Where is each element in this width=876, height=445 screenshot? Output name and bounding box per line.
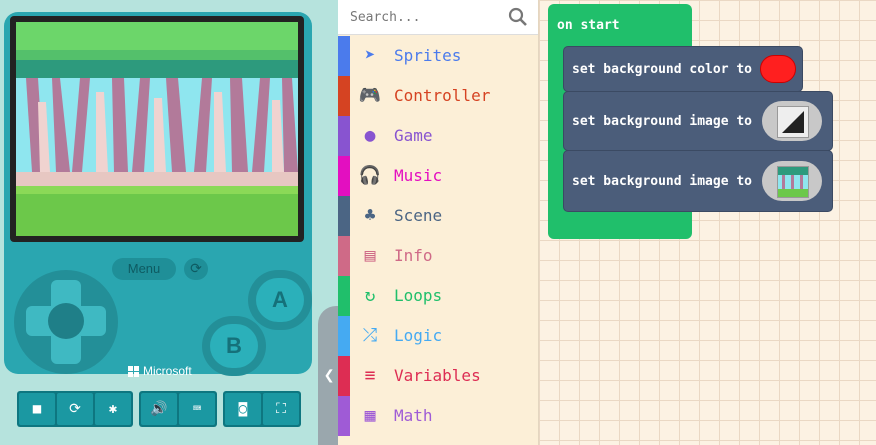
category-label: Math [394, 406, 433, 425]
category-color-bar [338, 156, 350, 196]
category-label: Logic [394, 326, 443, 345]
reset-icon[interactable]: ⟳ [184, 258, 208, 280]
headphones-icon: 🎧 [358, 165, 382, 186]
category-color-bar [338, 116, 350, 156]
windows-icon [128, 365, 139, 377]
category-math[interactable]: ▦ Math [338, 396, 538, 436]
category-controller[interactable]: 🎮 Controller [338, 76, 538, 116]
search-box [338, 0, 538, 35]
list-icon: ≡ [364, 365, 376, 386]
category-color-bar [338, 396, 350, 436]
dpad[interactable] [14, 270, 118, 374]
category-variables[interactable]: ≡ Variables [338, 356, 538, 396]
category-label: Sprites [394, 46, 462, 65]
set-background-color-block[interactable]: set background color to [563, 46, 803, 92]
paper-plane-icon: ➤ [364, 45, 376, 66]
category-label: Variables [394, 366, 481, 385]
microsoft-logo: Microsoft [128, 364, 192, 378]
toolbar-group-capture: ◙ ⛶ [223, 391, 301, 427]
toolbar-group-sound: 🔊 ⌨ [139, 391, 217, 427]
category-music[interactable]: 🎧 Music [338, 156, 538, 196]
brand-label: Microsoft [143, 364, 192, 378]
category-label: Music [394, 166, 443, 185]
search-icon[interactable] [508, 7, 528, 27]
search-input[interactable] [348, 6, 502, 28]
category-sprites[interactable]: ➤ Sprites [338, 36, 538, 76]
toolbar-group-run: ■ ⟳ ✱ [17, 391, 133, 427]
image-picker[interactable] [762, 161, 822, 201]
forest-image-icon [777, 166, 809, 198]
category-color-bar [338, 196, 350, 236]
collapse-simulator-button[interactable]: ❮ [318, 306, 340, 445]
menu-button[interactable]: Menu [112, 258, 176, 280]
blocks-workspace[interactable]: on start set background color to set bac… [539, 0, 876, 445]
debug-icon[interactable]: ✱ [95, 393, 131, 425]
set-background-image-block[interactable]: set background image to [563, 150, 833, 212]
color-picker[interactable] [760, 55, 796, 83]
category-label: Game [394, 126, 433, 145]
simulator-panel: Menu ⟳ A B Microsoft ■ ⟳ ✱ 🔊 ⌨ ◙ ⛶ [0, 0, 338, 445]
id-card-icon: ▤ [364, 245, 376, 266]
chevron-left-icon: ❮ [323, 365, 335, 386]
tree-icon: ♣ [364, 205, 376, 226]
category-loops[interactable]: ↻ Loops [338, 276, 538, 316]
forest-scene [16, 22, 298, 236]
calculator-icon: ▦ [364, 405, 376, 426]
stop-icon[interactable]: ■ [19, 393, 55, 425]
a-button-label: A [256, 278, 304, 322]
block-text: set background color to [572, 62, 753, 77]
on-start-label: on start [557, 18, 620, 33]
b-button-label: B [210, 324, 258, 368]
category-logic[interactable]: ⤮ Logic [338, 316, 538, 356]
image-picker[interactable] [762, 101, 822, 141]
category-label: Controller [394, 86, 491, 105]
diagonal-image-icon [777, 106, 809, 138]
a-button[interactable]: A [248, 270, 312, 330]
category-label: Loops [394, 286, 443, 305]
category-color-bar [338, 236, 350, 276]
category-info[interactable]: ▤ Info [338, 236, 538, 276]
block-text: set background image to [572, 114, 753, 129]
b-button[interactable]: B [202, 316, 266, 376]
restart-icon[interactable]: ⟳ [57, 393, 93, 425]
keyboard-icon[interactable]: ⌨ [179, 393, 215, 425]
category-color-bar [338, 36, 350, 76]
block-text: set background image to [572, 174, 753, 189]
dpad-center [48, 303, 84, 339]
refresh-icon: ↻ [364, 285, 376, 306]
category-label: Info [394, 246, 433, 265]
toolbox: ➤ Sprites 🎮 Controller ● Game 🎧 Music ♣ Scene ▤ Inf… [338, 0, 539, 445]
fullscreen-icon[interactable]: ⛶ [263, 393, 299, 425]
category-color-bar [338, 76, 350, 116]
category-color-bar [338, 276, 350, 316]
simulator-toolbar: ■ ⟳ ✱ 🔊 ⌨ ◙ ⛶ [17, 391, 301, 427]
category-label: Scene [394, 206, 443, 225]
category-color-bar [338, 356, 350, 396]
gamepad-icon: 🎮 [358, 85, 382, 106]
circle-icon: ● [364, 125, 376, 146]
shuffle-icon: ⤮ [362, 325, 378, 346]
category-color-bar [338, 316, 350, 356]
category-game[interactable]: ● Game [338, 116, 538, 156]
category-scene[interactable]: ♣ Scene [338, 196, 538, 236]
game-screen [16, 22, 298, 236]
mute-icon[interactable]: 🔊 [141, 393, 177, 425]
set-background-image-block[interactable]: set background image to [563, 91, 833, 151]
screenshot-icon[interactable]: ◙ [225, 393, 261, 425]
